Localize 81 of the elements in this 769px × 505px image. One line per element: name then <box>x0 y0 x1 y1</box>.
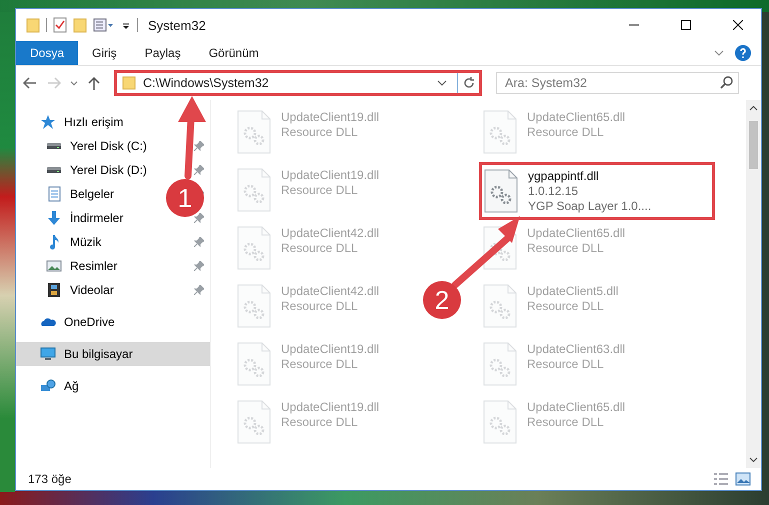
file-name: UpdateClient42.dll <box>281 284 380 298</box>
address-field[interactable]: C:\Windows\System32 <box>114 70 482 96</box>
window-title: System32 <box>148 18 207 32</box>
scroll-down-icon[interactable] <box>749 455 758 464</box>
maximize-icon <box>681 20 691 30</box>
details-view-icon[interactable] <box>713 472 729 486</box>
film-icon <box>46 282 62 298</box>
file-detail: Resource DLL <box>527 299 605 313</box>
gear-file-icon <box>483 110 517 154</box>
file-name: ygpappintf.dll <box>528 169 600 183</box>
folder-icon <box>121 75 137 91</box>
gear-file-icon <box>483 342 517 386</box>
ribbon-tab[interactable]: Giriş <box>78 41 131 65</box>
item-count: 173 öğe <box>28 472 72 486</box>
file-name: UpdateClient65.dll <box>527 400 626 414</box>
sidebar-item[interactable]: Resimler <box>16 254 210 278</box>
tiles-view-icon[interactable] <box>735 472 751 486</box>
file-detail: YGP Soap Layer 1.0.... <box>528 199 652 213</box>
sidebar-item[interactable]: Yerel Disk (C:) <box>16 134 210 158</box>
refresh-icon <box>462 77 474 89</box>
scrollbar[interactable] <box>746 100 761 468</box>
file-name: UpdateClient42.dll <box>281 226 380 240</box>
step-number-badge: 2 <box>423 281 461 319</box>
file-name: UpdateClient19.dll <box>281 400 380 414</box>
gear-file-icon <box>237 110 271 154</box>
file-detail: Resource DLL <box>281 183 359 197</box>
file-name: UpdateClient65.dll <box>527 226 626 240</box>
file-name: UpdateClient19.dll <box>281 342 380 356</box>
search-field[interactable]: Ara: System32 <box>496 72 739 94</box>
file-name: UpdateClient65.dll <box>527 110 626 124</box>
monitor-icon <box>40 346 56 362</box>
file-detail: Resource DLL <box>527 415 605 429</box>
ribbon-tab[interactable]: Görünüm <box>194 41 273 65</box>
minimize-icon <box>629 24 639 26</box>
scroll-up-icon[interactable] <box>749 104 758 113</box>
file-detail: 1.0.12.15 <box>528 184 580 198</box>
ribbon-tab[interactable]: Paylaş <box>130 41 195 65</box>
scrollbar-thumb[interactable] <box>749 121 758 169</box>
file-name: UpdateClient19.dll <box>281 168 380 182</box>
file-tile[interactable]: ygpappintf.dll 1.0.12.15 YGP Soap Layer 1.0.... <box>479 162 715 220</box>
step-number-badge: 1 <box>166 179 204 217</box>
dropdown-caret-icon[interactable] <box>437 78 447 88</box>
gear-file-icon <box>483 400 517 444</box>
gear-file-icon <box>237 342 271 386</box>
caret-icon <box>70 80 78 86</box>
gear-file-icon <box>237 284 271 328</box>
gear-file-icon <box>237 400 271 444</box>
down-arrow-icon <box>46 210 62 226</box>
network-icon <box>40 378 56 394</box>
sidebar-item[interactable]: OneDrive <box>16 310 210 334</box>
sidebar-item[interactable]: Videolar <box>16 278 210 302</box>
gear-file-icon <box>483 284 517 328</box>
file-detail: Resource DLL <box>281 299 359 313</box>
file-detail: Resource DLL <box>281 241 359 255</box>
picture-icon <box>46 258 62 274</box>
star-icon <box>40 114 56 130</box>
ribbon-tab[interactable]: Dosya <box>16 41 78 65</box>
gear-file-icon <box>484 169 518 213</box>
file-detail: Resource DLL <box>527 357 605 371</box>
file-detail: Resource DLL <box>527 125 605 139</box>
file-detail: Resource DLL <box>527 241 605 255</box>
document-icon <box>46 186 62 202</box>
drive-icon <box>46 142 62 150</box>
properties-icon[interactable] <box>53 17 67 33</box>
sidebar-item[interactable]: Ağ <box>16 374 210 398</box>
drive-icon <box>46 166 62 174</box>
file-detail: Resource DLL <box>281 415 359 429</box>
close-icon <box>733 20 743 30</box>
gear-file-icon <box>237 226 271 270</box>
sidebar-item[interactable]: Müzik <box>16 230 210 254</box>
file-detail: Resource DLL <box>281 357 359 371</box>
search-icon <box>720 76 733 89</box>
file-name: UpdateClient5.dll <box>527 284 618 298</box>
sidebar-item[interactable]: Hızlı erişim <box>16 110 210 134</box>
file-detail: Resource DLL <box>281 125 359 139</box>
gear-file-icon <box>237 168 271 212</box>
help-icon[interactable] <box>735 45 751 61</box>
file-name: UpdateClient63.dll <box>527 342 626 356</box>
view-dropdown-icon[interactable] <box>93 17 115 33</box>
sidebar-item[interactable]: Bu bilgisayar <box>16 342 210 366</box>
file-name: UpdateClient19.dll <box>281 110 380 124</box>
